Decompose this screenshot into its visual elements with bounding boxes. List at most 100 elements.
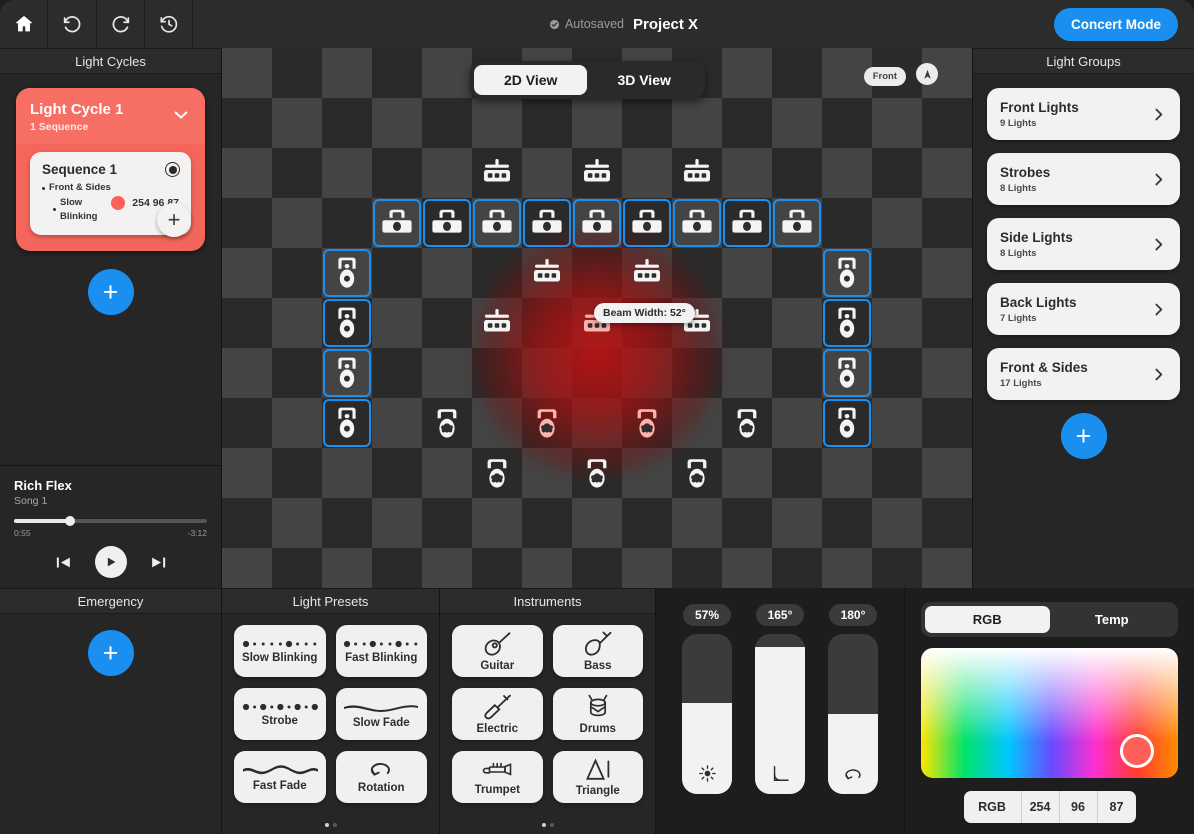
grid-cell[interactable] bbox=[522, 148, 572, 198]
playback-scrubber[interactable] bbox=[14, 516, 207, 526]
grid-cell[interactable] bbox=[422, 448, 472, 498]
stage-fixture-spot[interactable] bbox=[822, 348, 872, 398]
grid-cell[interactable] bbox=[422, 248, 472, 298]
slider-track-brightness[interactable] bbox=[682, 634, 732, 794]
grid-cell[interactable] bbox=[322, 98, 372, 148]
tile-rotation[interactable]: Rotation bbox=[335, 751, 427, 803]
grid-cell[interactable] bbox=[922, 298, 972, 348]
sequence-color-swatch[interactable] bbox=[111, 195, 126, 210]
grid-cell[interactable] bbox=[472, 398, 522, 448]
grid-cell[interactable] bbox=[772, 148, 822, 198]
grid-cell[interactable] bbox=[922, 198, 972, 248]
grid-cell[interactable] bbox=[622, 148, 672, 198]
grid-cell[interactable] bbox=[872, 398, 922, 448]
grid-cell[interactable] bbox=[672, 98, 722, 148]
grid-cell[interactable] bbox=[822, 198, 872, 248]
tile-trumpet[interactable]: Trumpet bbox=[452, 751, 543, 803]
grid-cell[interactable] bbox=[922, 148, 972, 198]
stage-fixture-spot[interactable] bbox=[322, 248, 372, 298]
grid-cell[interactable] bbox=[722, 498, 772, 548]
grid-cell[interactable] bbox=[722, 298, 772, 348]
grid-cell[interactable] bbox=[522, 498, 572, 548]
slider-track-rotation[interactable] bbox=[828, 634, 878, 794]
concert-mode-button[interactable]: Concert Mode bbox=[1053, 7, 1178, 41]
grid-cell[interactable] bbox=[472, 98, 522, 148]
grid-cell[interactable] bbox=[572, 498, 622, 548]
grid-cell[interactable] bbox=[922, 98, 972, 148]
grid-cell[interactable] bbox=[372, 348, 422, 398]
stage-fixture-bar[interactable] bbox=[472, 148, 522, 198]
grid-cell[interactable] bbox=[272, 498, 322, 548]
rgb-red-value[interactable]: 254 bbox=[1021, 791, 1060, 823]
grid-cell[interactable] bbox=[622, 348, 672, 398]
grid-cell[interactable] bbox=[272, 148, 322, 198]
grid-cell[interactable] bbox=[372, 148, 422, 198]
stage-fixture-spot[interactable] bbox=[322, 348, 372, 398]
grid-cell[interactable] bbox=[772, 548, 822, 588]
page-dot-2[interactable] bbox=[332, 823, 337, 827]
grid-cell[interactable] bbox=[272, 548, 322, 588]
grid-cell[interactable] bbox=[422, 548, 472, 588]
stage-fixture-par[interactable] bbox=[472, 198, 522, 248]
chevron-down-icon[interactable] bbox=[171, 105, 191, 125]
stage-fixture-par[interactable] bbox=[522, 198, 572, 248]
grid-cell[interactable] bbox=[522, 298, 572, 348]
stage-fixture-par[interactable] bbox=[722, 198, 772, 248]
grid-cell[interactable] bbox=[422, 98, 472, 148]
grid-cell[interactable] bbox=[222, 98, 272, 148]
grid-cell[interactable] bbox=[472, 348, 522, 398]
tile-slow-blinking[interactable]: Slow Blinking bbox=[234, 625, 326, 677]
grid-cell[interactable] bbox=[222, 298, 272, 348]
grid-cell[interactable] bbox=[872, 98, 922, 148]
grid-cell[interactable] bbox=[772, 98, 822, 148]
grid-cell[interactable] bbox=[522, 548, 572, 588]
grid-cell[interactable] bbox=[622, 98, 672, 148]
stage-fixture-wash[interactable] bbox=[622, 398, 672, 448]
grid-cell[interactable] bbox=[422, 348, 472, 398]
grid-cell[interactable] bbox=[272, 198, 322, 248]
tile-triangle[interactable]: Triangle bbox=[552, 751, 643, 803]
grid-cell[interactable] bbox=[672, 348, 722, 398]
grid-cell[interactable] bbox=[222, 548, 272, 588]
tile-fast-fade[interactable]: Fast Fade bbox=[234, 751, 326, 803]
grid-cell[interactable] bbox=[572, 348, 622, 398]
grid-cell[interactable] bbox=[872, 348, 922, 398]
grid-cell[interactable] bbox=[772, 448, 822, 498]
grid-cell[interactable] bbox=[322, 498, 372, 548]
grid-cell[interactable] bbox=[522, 348, 572, 398]
grid-cell[interactable] bbox=[822, 98, 872, 148]
tab-3d-view[interactable]: 3D View bbox=[587, 65, 700, 95]
rgb-green-value[interactable]: 96 bbox=[1059, 791, 1098, 823]
color-gradient-field[interactable] bbox=[921, 648, 1178, 778]
light-group-item[interactable]: Strobes 8 Lights bbox=[987, 153, 1180, 205]
grid-cell[interactable] bbox=[572, 248, 622, 298]
grid-cell[interactable] bbox=[622, 548, 672, 588]
grid-cell[interactable] bbox=[672, 498, 722, 548]
grid-cell[interactable] bbox=[772, 298, 822, 348]
tile-bass[interactable]: Bass bbox=[552, 625, 643, 677]
light-cycle-header[interactable]: Light Cycle 1 1 Sequence bbox=[16, 88, 205, 145]
slider-track-beam-angle[interactable] bbox=[755, 634, 805, 794]
grid-cell[interactable] bbox=[422, 498, 472, 548]
grid-cell[interactable] bbox=[772, 398, 822, 448]
grid-cell[interactable] bbox=[922, 448, 972, 498]
add-emergency-button[interactable]: + bbox=[87, 630, 134, 676]
grid-cell[interactable] bbox=[422, 298, 472, 348]
stage-fixture-wash[interactable] bbox=[522, 398, 572, 448]
stage-fixture-wash[interactable] bbox=[672, 448, 722, 498]
grid-cell[interactable] bbox=[372, 298, 422, 348]
playback-knob[interactable] bbox=[64, 516, 75, 526]
grid-cell[interactable] bbox=[572, 548, 622, 588]
tile-strobe[interactable]: Strobe bbox=[234, 688, 326, 740]
grid-cell[interactable] bbox=[372, 98, 422, 148]
grid-cell[interactable] bbox=[622, 448, 672, 498]
tile-drums[interactable]: Drums bbox=[552, 688, 643, 740]
tab-temp[interactable]: Temp bbox=[1050, 606, 1175, 633]
light-cycle-card[interactable]: Light Cycle 1 1 Sequence Sequence 1 Fron… bbox=[16, 88, 205, 251]
grid-cell[interactable] bbox=[322, 448, 372, 498]
grid-cell[interactable] bbox=[372, 448, 422, 498]
grid-cell[interactable] bbox=[522, 448, 572, 498]
tile-fast-blinking[interactable]: Fast Blinking bbox=[335, 625, 427, 677]
grid-cell[interactable] bbox=[472, 548, 522, 588]
tile-guitar[interactable]: Guitar bbox=[452, 625, 543, 677]
